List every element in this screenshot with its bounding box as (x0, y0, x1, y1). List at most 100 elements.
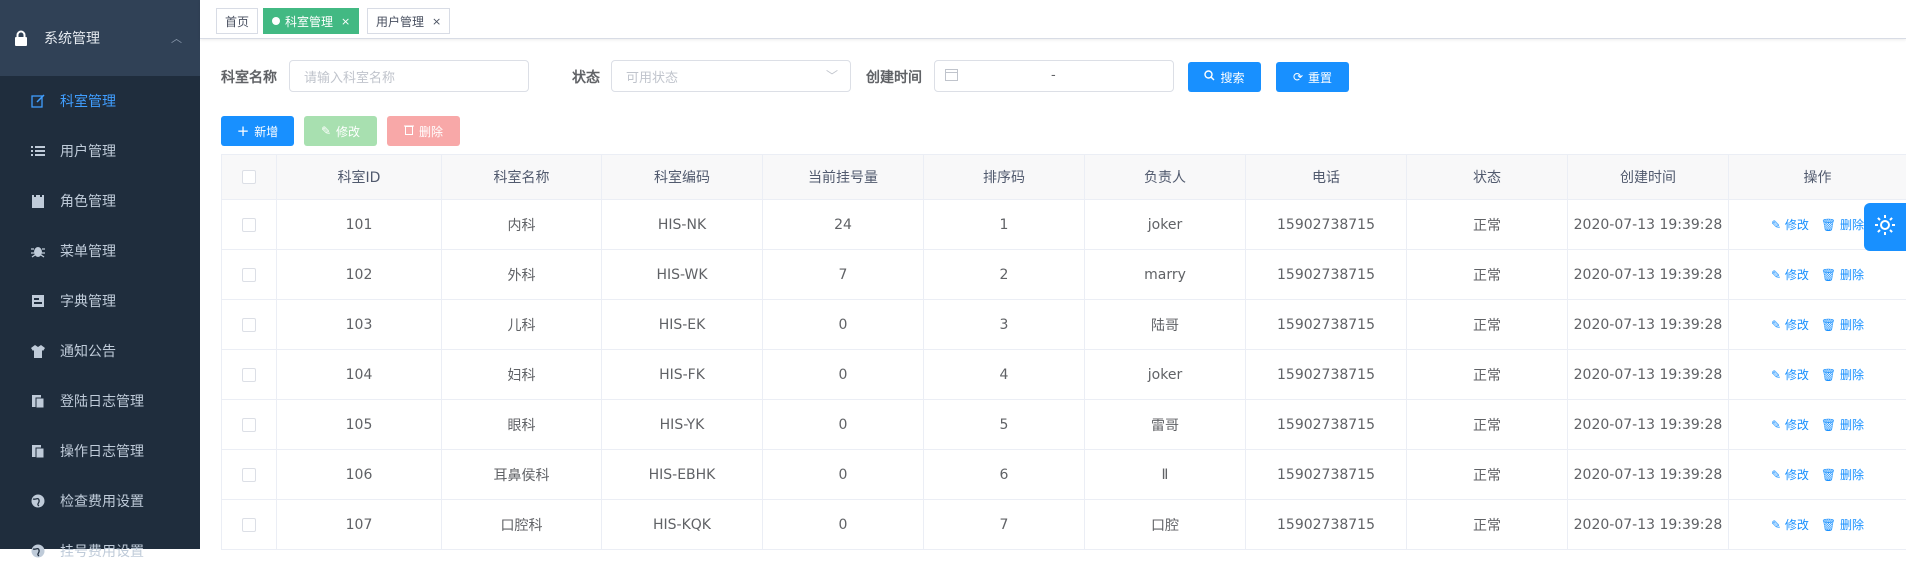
gear-icon (1873, 213, 1897, 241)
edit-icon: ✎ (1771, 468, 1785, 482)
close-icon[interactable]: × (432, 15, 441, 28)
sidebar-item-label: 用户管理 (60, 141, 116, 161)
table-cell: 4 (924, 350, 1085, 400)
delete-button-label: 删除 (419, 123, 443, 140)
edit-icon: ✎ (1771, 318, 1785, 332)
status-select[interactable]: 可用状态 ﹀ (611, 60, 851, 92)
edit-icon: ✎ (1771, 418, 1785, 432)
settings-button[interactable] (1864, 203, 1906, 251)
table-cell: 陆哥 (1085, 300, 1246, 350)
row-delete-button[interactable]: 🗑 删除 (1821, 468, 1864, 482)
reset-button[interactable]: ⟳ 重置 (1276, 62, 1349, 92)
row-delete-button[interactable]: 🗑 删除 (1821, 368, 1864, 382)
search-button[interactable]: 搜索 (1188, 62, 1261, 92)
table-row[interactable]: 106耳鼻侯科HIS-EBHK06Ⅱ15902738715正常2020-07-1… (222, 450, 1906, 500)
row-delete-button[interactable]: 🗑 删除 (1821, 518, 1864, 532)
select-all-checkbox[interactable] (242, 170, 256, 184)
edit-icon (30, 93, 46, 109)
close-icon[interactable]: × (341, 15, 350, 28)
table-row[interactable]: 105眼科HIS-YK05雷哥15902738715正常2020-07-13 1… (222, 400, 1906, 450)
row-edit-button[interactable]: ✎ 修改 (1771, 218, 1809, 232)
table-cell: 2020-07-13 19:39:28 (1568, 200, 1729, 250)
edit-icon: ✎ (1771, 268, 1785, 282)
dept-name-input[interactable]: 请输入科室名称 (289, 60, 529, 92)
row-checkbox[interactable] (242, 418, 256, 432)
row-edit-button[interactable]: ✎ 修改 (1771, 468, 1809, 482)
row-checkbox[interactable] (242, 468, 256, 482)
chevron-down-icon: ﹀ (826, 67, 838, 84)
row-edit-button[interactable]: ✎ 修改 (1771, 268, 1809, 282)
table-cell: 2020-07-13 19:39:28 (1568, 400, 1729, 450)
sidebar-item-label: 挂号费用设置 (60, 541, 144, 561)
sidebar-item-8[interactable]: 检查费用设置 (0, 476, 200, 526)
role-icon (30, 193, 46, 209)
dept-name-placeholder: 请输入科室名称 (304, 67, 395, 86)
select-all-cell[interactable] (222, 155, 277, 200)
sidebar-item-label: 菜单管理 (60, 241, 116, 261)
table-row[interactable]: 102外科HIS-WK72marry15902738715正常2020-07-1… (222, 250, 1906, 300)
sidebar-item-2[interactable]: 角色管理 (0, 176, 200, 226)
table-cell: 106 (277, 450, 442, 500)
trash-icon (404, 124, 414, 138)
sidebar-item-3[interactable]: 菜单管理 (0, 226, 200, 276)
column-header: 科室名称 (442, 155, 602, 200)
table-cell: 耳鼻侯科 (442, 450, 602, 500)
add-button[interactable]: + 新增 (221, 116, 294, 146)
table-cell: 外科 (442, 250, 602, 300)
tag-home[interactable]: 首页 (216, 8, 258, 34)
row-select-cell[interactable] (222, 250, 277, 300)
sidebar-item-1[interactable]: 用户管理 (0, 126, 200, 176)
sidebar-item-5[interactable]: 通知公告 (0, 326, 200, 376)
tag-dept-manage[interactable]: 科室管理 × (263, 8, 359, 34)
table-cell: 妇科 (442, 350, 602, 400)
row-select-cell[interactable] (222, 450, 277, 500)
row-delete-label: 删除 (1840, 318, 1864, 332)
row-checkbox[interactable] (242, 368, 256, 382)
column-header: 科室ID (277, 155, 442, 200)
delete-button[interactable]: 删除 (387, 116, 460, 146)
edit-button[interactable]: ✎ 修改 (304, 116, 377, 146)
row-select-cell[interactable] (222, 350, 277, 400)
row-delete-label: 删除 (1840, 368, 1864, 382)
refresh-icon: ⟳ (1293, 70, 1303, 84)
sidebar-item-7[interactable]: 操作日志管理 (0, 426, 200, 476)
row-select-cell[interactable] (222, 300, 277, 350)
row-edit-button[interactable]: ✎ 修改 (1771, 418, 1809, 432)
row-select-cell[interactable] (222, 200, 277, 250)
sidebar-item-6[interactable]: 登陆日志管理 (0, 376, 200, 426)
sidebar-item-4[interactable]: 字典管理 (0, 276, 200, 326)
sidebar-item-0[interactable]: 科室管理 (0, 76, 200, 126)
table-cell: 15902738715 (1246, 250, 1407, 300)
table-row[interactable]: 107口腔科HIS-KQK07口腔15902738715正常2020-07-13… (222, 500, 1906, 550)
row-checkbox[interactable] (242, 268, 256, 282)
row-edit-button[interactable]: ✎ 修改 (1771, 318, 1809, 332)
sidebar-item-9[interactable]: 挂号费用设置 (0, 526, 200, 576)
table-cell: 7 (763, 250, 924, 300)
row-delete-button[interactable]: 🗑 删除 (1821, 418, 1864, 432)
create-time-range[interactable]: - (934, 60, 1174, 92)
row-checkbox[interactable] (242, 318, 256, 332)
row-checkbox[interactable] (242, 218, 256, 232)
table-row[interactable]: 101内科HIS-NK241joker15902738715正常2020-07-… (222, 200, 1906, 250)
dept-table: 科室ID科室名称科室编码当前挂号量排序码负责人电话状态创建时间操作 101内科H… (221, 154, 1906, 550)
tag-user-manage[interactable]: 用户管理 × (367, 8, 450, 34)
table-row[interactable]: 103儿科HIS-EK03陆哥15902738715正常2020-07-13 1… (222, 300, 1906, 350)
row-select-cell[interactable] (222, 400, 277, 450)
trash-icon: 🗑 (1821, 318, 1840, 332)
table-cell: 15902738715 (1246, 350, 1407, 400)
table-row[interactable]: 104妇科HIS-FK04joker15902738715正常2020-07-1… (222, 350, 1906, 400)
table-cell: 15902738715 (1246, 200, 1407, 250)
table-cell: 正常 (1407, 250, 1568, 300)
row-checkbox[interactable] (242, 518, 256, 532)
tags-view: 首页 科室管理 × 用户管理 × (200, 0, 1906, 39)
row-delete-button[interactable]: 🗑 删除 (1821, 268, 1864, 282)
row-edit-button[interactable]: ✎ 修改 (1771, 368, 1809, 382)
column-header: 排序码 (924, 155, 1085, 200)
table-cell: HIS-NK (602, 200, 763, 250)
row-select-cell[interactable] (222, 500, 277, 550)
globe-icon (30, 543, 46, 559)
row-delete-button[interactable]: 🗑 删除 (1821, 218, 1864, 232)
row-edit-button[interactable]: ✎ 修改 (1771, 518, 1809, 532)
sidebar-group-system[interactable]: 系统管理 ︿ (0, 0, 200, 76)
row-delete-button[interactable]: 🗑 删除 (1821, 318, 1864, 332)
